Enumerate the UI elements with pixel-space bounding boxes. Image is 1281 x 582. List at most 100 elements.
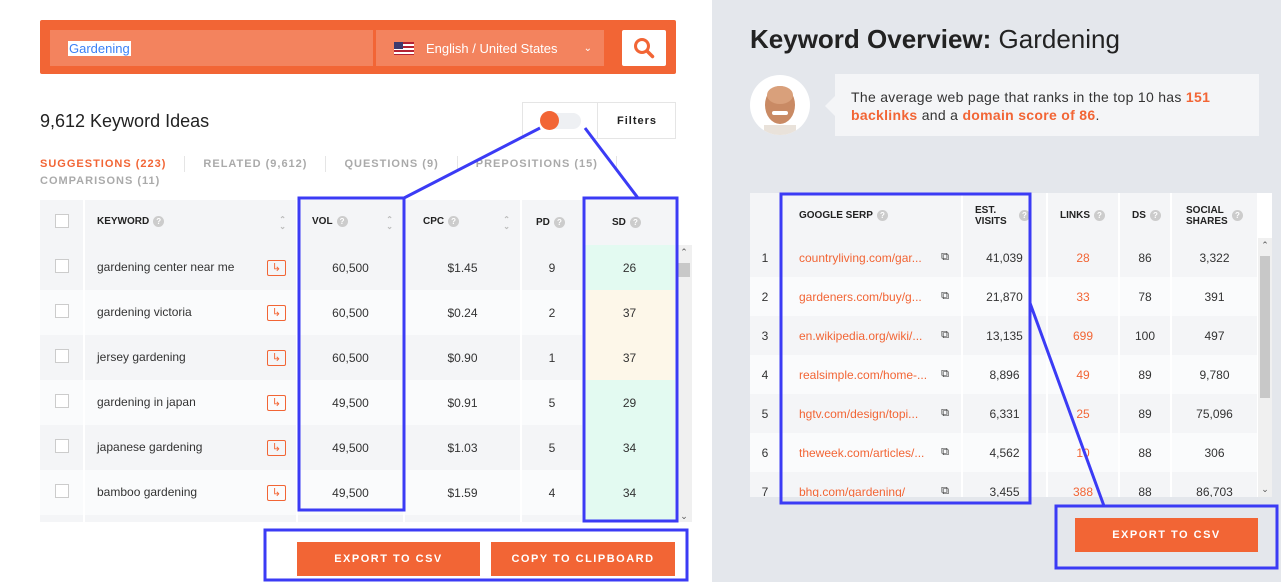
serp-url-link[interactable]: countryliving.com/gar... (799, 251, 922, 265)
external-link-icon[interactable]: ⧉ (941, 290, 949, 303)
keyword-header[interactable]: KEYWORD? ⌃ ⌄ (84, 200, 298, 245)
tab-suggestions[interactable]: SUGGESTIONS (223) (40, 158, 166, 170)
sd-header[interactable]: SD? (583, 200, 677, 245)
open-keyword-icon[interactable]: ↳ (267, 304, 286, 321)
shares-cell: 86,703 (1171, 472, 1259, 497)
vol-header[interactable]: VOL? ⌃ ⌄ (297, 200, 405, 245)
serp-url-link[interactable]: gardeners.com/buy/g... (799, 290, 922, 304)
filter-toggle[interactable] (540, 111, 581, 130)
scroll-up-icon: ⌃ (1261, 240, 1269, 250)
keyword-cell[interactable]: gardening victoria (97, 305, 192, 319)
ds-cell: 89 (1119, 394, 1172, 433)
scroll-thumb (678, 263, 690, 277)
keyword-row: jersey gardening ↳ 60,500 $0.90 1 37 (40, 335, 677, 380)
overview-title: Keyword Overview: Gardening (750, 24, 1120, 54)
vol-cell: 60,500 (297, 335, 405, 380)
pd-cell: 1 (521, 335, 584, 380)
help-icon: ? (153, 215, 165, 227)
row-checkbox[interactable] (54, 439, 69, 453)
keyword-ideas-count: 9,612 Keyword Ideas (40, 111, 210, 131)
keyword-cell[interactable]: jersey gardening (97, 350, 186, 364)
visits-cell: 6,331 (962, 394, 1048, 433)
serp-row: 5 hgtv.com/design/topi... ⧉ 6,331 25 89 7… (750, 394, 1259, 433)
row-checkbox[interactable] (54, 484, 69, 498)
ds-cell: 89 (1119, 355, 1172, 394)
row-checkbox[interactable] (54, 349, 69, 363)
pd-cell: 4 (521, 470, 584, 515)
open-keyword-icon[interactable]: ↳ (267, 349, 286, 366)
serp-url-link[interactable]: realsimple.com/home-... (799, 368, 927, 382)
external-link-icon[interactable]: ⧉ (941, 485, 949, 498)
row-checkbox[interactable] (54, 259, 69, 273)
ds-cell: 86 (1119, 238, 1172, 277)
shares-cell: 391 (1171, 277, 1259, 316)
rank-header (750, 193, 782, 238)
serp-url-link[interactable]: theweek.com/articles/... (799, 446, 924, 460)
links-cell: 10 (1047, 433, 1120, 472)
rank-cell: 5 (750, 394, 782, 433)
serp-url-link[interactable]: en.wikipedia.org/wiki/... (799, 329, 922, 343)
links-cell: 28 (1047, 238, 1120, 277)
serp-header[interactable]: GOOGLE SERP? (781, 193, 963, 238)
open-keyword-icon[interactable]: ↳ (267, 394, 286, 411)
serp-row: 2 gardeners.com/buy/g... ⧉ 21,870 33 78 3… (750, 277, 1259, 316)
vol-cell: 49,500 (297, 380, 405, 425)
external-link-icon[interactable]: ⧉ (941, 446, 949, 459)
export-csv-button[interactable]: EXPORT TO CSV (297, 542, 480, 576)
keyword-cell[interactable]: bamboo gardening (97, 485, 197, 499)
serp-table: GOOGLE SERP? EST. VISITS? LINKS? DS? SOC… (750, 193, 1259, 497)
select-all-checkbox[interactable] (54, 214, 69, 228)
row-checkbox[interactable] (54, 394, 69, 408)
keyword-cell[interactable]: gardening in japan (97, 395, 196, 409)
serp-url-link[interactable]: hgtv.com/design/topi... (799, 407, 918, 421)
keyword-row: bamboo gardening ↳ 49,500 $1.59 4 34 (40, 470, 677, 515)
external-link-icon[interactable]: ⧉ (941, 329, 949, 342)
visits-cell: 41,039 (962, 238, 1048, 277)
sd-cell: 37 (583, 335, 677, 380)
pd-header[interactable]: PD? (521, 200, 584, 245)
visits-header[interactable]: EST. VISITS? (962, 193, 1048, 238)
keyword-cell[interactable]: japanese gardening (97, 440, 202, 454)
serp-row: 1 countryliving.com/gar... ⧉ 41,039 28 86… (750, 238, 1259, 277)
serp-row: 3 en.wikipedia.org/wiki/... ⧉ 13,135 699 … (750, 316, 1259, 355)
external-link-icon[interactable]: ⧉ (941, 368, 949, 381)
tab-questions[interactable]: QUESTIONS (9) (344, 158, 438, 170)
filters-button[interactable]: Filters (597, 103, 676, 138)
pd-cell: 9 (521, 245, 584, 290)
vol-cell: 49,500 (297, 425, 405, 470)
rank-cell: 1 (750, 238, 782, 277)
serp-scrollbar[interactable]: ⌃ ⌄ (1258, 238, 1272, 497)
cpc-cell: $1.45 (404, 245, 522, 290)
external-link-icon[interactable]: ⧉ (941, 251, 949, 264)
links-cell: 25 (1047, 394, 1120, 433)
pd-cell: 5 (521, 425, 584, 470)
keywords-scrollbar[interactable]: ⌃ ⌄ (676, 245, 692, 522)
cpc-header[interactable]: CPC? ⌃ ⌄ (404, 200, 522, 245)
keyword-cell[interactable]: gardening center near me (97, 260, 234, 274)
sd-cell: 34 (583, 425, 677, 470)
row-checkbox[interactable] (54, 304, 69, 318)
search-button[interactable] (622, 30, 666, 66)
serp-url-link[interactable]: bhg.com/gardening/ (799, 485, 905, 498)
open-keyword-icon[interactable]: ↳ (267, 439, 286, 456)
tab-comparisons[interactable]: COMPARISONS (11) (40, 175, 160, 187)
links-cell: 699 (1047, 316, 1120, 355)
keyword-row: gardening victoria ↳ 60,500 $0.24 2 37 (40, 290, 677, 335)
links-cell: 33 (1047, 277, 1120, 316)
us-flag-icon (394, 41, 414, 55)
open-keyword-icon[interactable]: ↳ (267, 259, 286, 276)
shares-cell: 75,096 (1171, 394, 1259, 433)
copy-to-clipboard-button[interactable]: COPY TO CLIPBOARD (491, 542, 675, 576)
keyword-input[interactable]: Gardening (50, 30, 373, 66)
external-link-icon[interactable]: ⧉ (941, 407, 949, 420)
export-csv-button-right[interactable]: EXPORT TO CSV (1075, 518, 1258, 552)
language-select[interactable]: English / United States ⌄ (376, 30, 604, 66)
links-header[interactable]: LINKS? (1047, 193, 1120, 238)
ds-header[interactable]: DS? (1119, 193, 1172, 238)
shares-header[interactable]: SOCIAL SHARES? (1171, 193, 1259, 238)
tab-prepositions[interactable]: PREPOSITIONS (15) (476, 158, 598, 170)
scroll-down-icon: ⌄ (1261, 484, 1269, 494)
open-keyword-icon[interactable]: ↳ (267, 484, 286, 501)
tab-related[interactable]: RELATED (9,612) (203, 158, 307, 170)
sd-cell: 37 (583, 290, 677, 335)
